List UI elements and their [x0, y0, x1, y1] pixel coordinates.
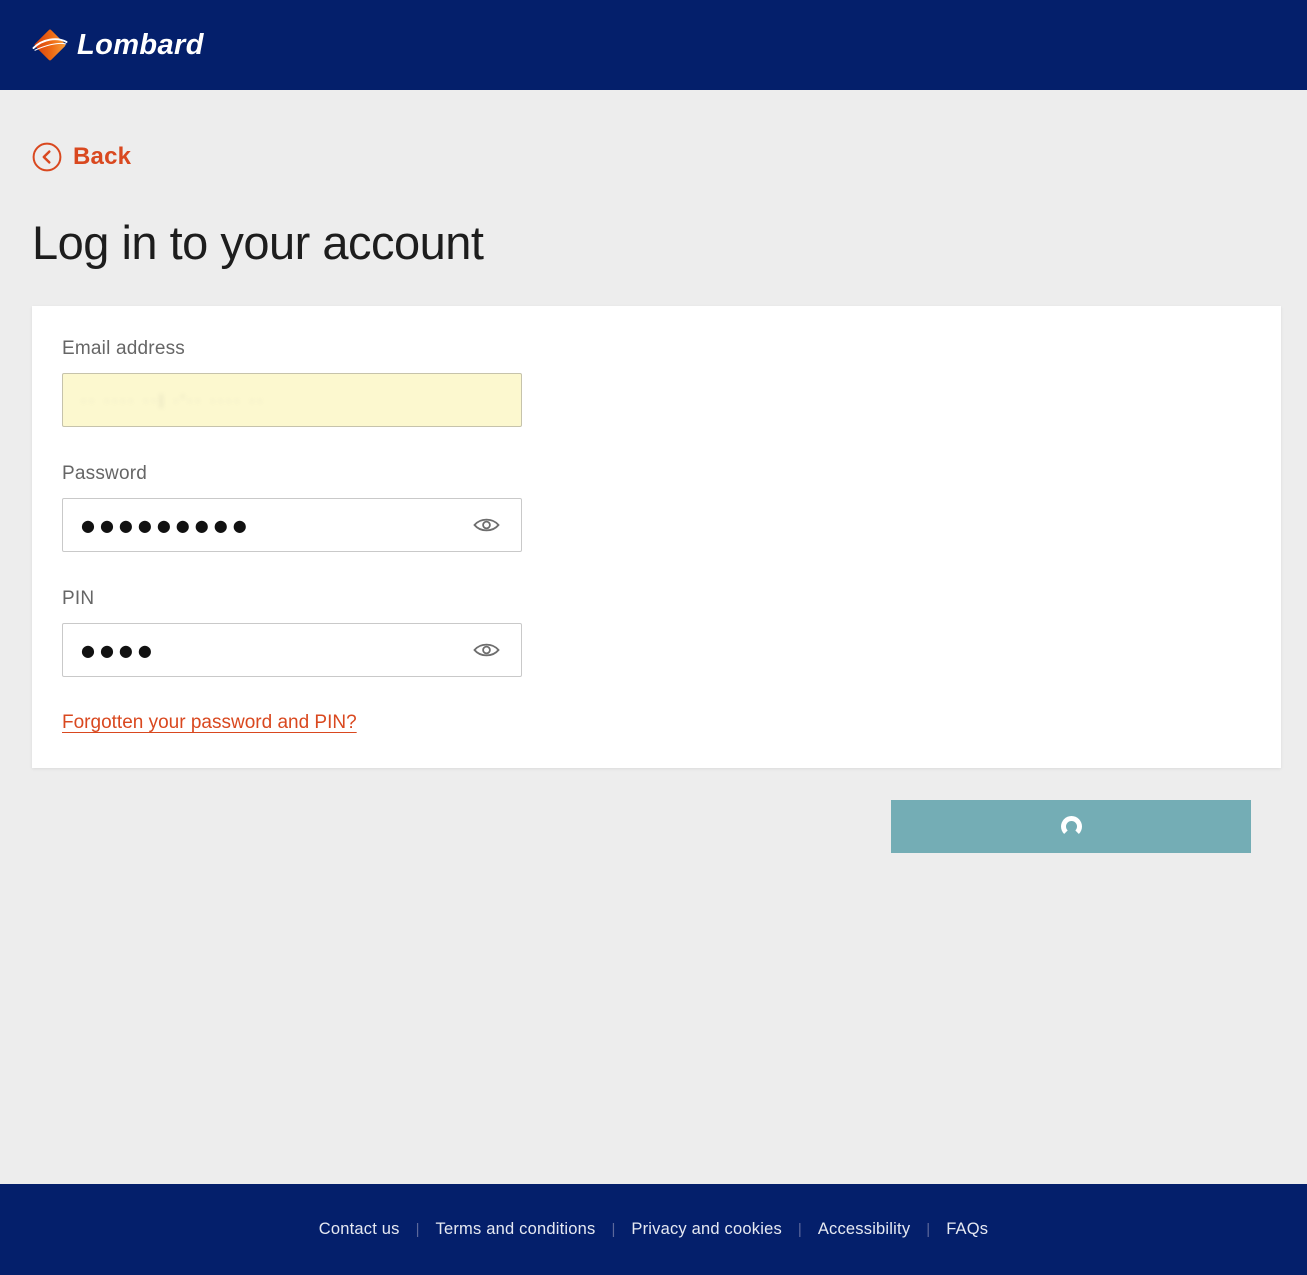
pin-label: PIN	[62, 588, 1251, 610]
email-field[interactable]: ·· ···· ··| ·'·· ···· ··	[62, 373, 522, 427]
password-masked-value: ●●●●●●●●●	[81, 516, 470, 534]
brand-wordmark: Lombard	[77, 29, 204, 62]
pin-field[interactable]: ●●●●	[62, 623, 522, 677]
login-card: Email address ·· ···· ··| ·'·· ···· ·· P…	[32, 306, 1281, 768]
top-nav: Lombard	[0, 0, 1307, 90]
footer: Contact us | Terms and conditions | Privacy …	[0, 1184, 1307, 1275]
footer-separator: |	[798, 1221, 802, 1238]
show-pin-eye-icon[interactable]	[470, 638, 503, 662]
login-submit-button[interactable]	[891, 800, 1251, 853]
footer-links: Contact us | Terms and conditions | Privacy …	[304, 1220, 1004, 1239]
pin-masked-value: ●●●●	[81, 641, 470, 659]
main-content: Back Log in to your account Email addres…	[0, 90, 1307, 1184]
back-link[interactable]: Back	[32, 142, 131, 172]
email-label: Email address	[62, 338, 1251, 360]
password-label: Password	[62, 463, 1251, 485]
actions-row	[32, 800, 1251, 853]
back-label: Back	[73, 143, 131, 171]
footer-link-faqs[interactable]: FAQs	[946, 1220, 988, 1239]
email-redacted-value: ·· ···· ··| ·'·· ···· ··	[81, 392, 266, 409]
footer-link-terms-and-conditions[interactable]: Terms and conditions	[436, 1220, 596, 1239]
password-field[interactable]: ●●●●●●●●●	[62, 498, 522, 552]
loading-spinner-icon	[1061, 816, 1082, 837]
footer-separator: |	[416, 1221, 420, 1238]
footer-separator: |	[611, 1221, 615, 1238]
back-chevron-icon	[32, 142, 62, 172]
footer-link-contact-us[interactable]: Contact us	[319, 1220, 400, 1239]
brand-logo[interactable]: Lombard	[32, 27, 204, 63]
forgot-password-pin-link[interactable]: Forgotten your password and PIN?	[62, 712, 357, 734]
footer-link-accessibility[interactable]: Accessibility	[818, 1220, 910, 1239]
page-title: Log in to your account	[32, 215, 1281, 270]
footer-link-privacy-and-cookies[interactable]: Privacy and cookies	[631, 1220, 782, 1239]
footer-separator: |	[926, 1221, 930, 1238]
lombard-diamond-icon	[32, 27, 68, 63]
show-password-eye-icon[interactable]	[470, 513, 503, 537]
